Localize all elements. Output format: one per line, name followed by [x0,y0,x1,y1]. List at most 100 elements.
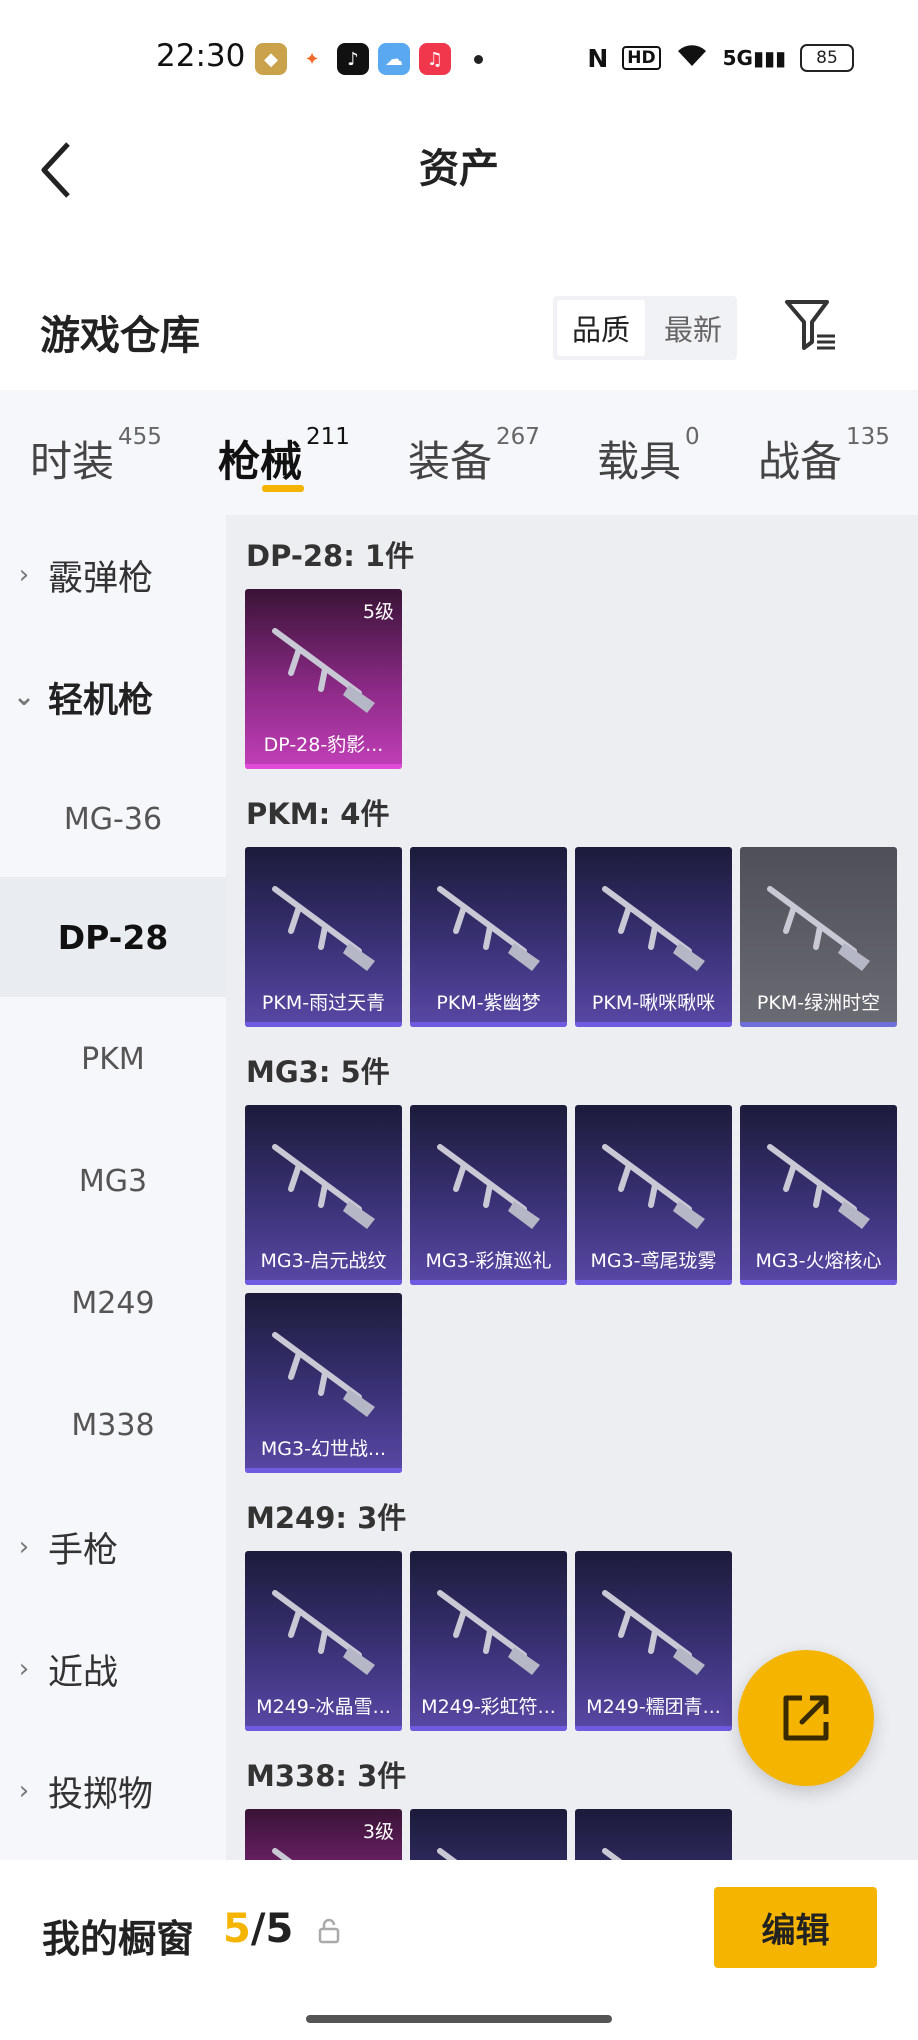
chevron-right-icon: › [18,1532,30,1562]
item-card[interactable] [410,1809,567,1860]
home-indicator[interactable] [306,2015,612,2023]
tab-label: 载具 [597,437,682,486]
item-card[interactable]: M249-糯团青... [575,1551,732,1731]
tab-count: 0 [685,424,700,450]
item-card[interactable]: M249-彩虹符... [410,1551,567,1731]
sidebar-sub-m249[interactable]: M249 [0,1243,226,1363]
item-card[interactable]: M249-冰晶雪... [245,1551,402,1731]
tab-label: 战备 [758,437,843,486]
item-card[interactable]: MG3-鸢尾珑雾 [575,1105,732,1285]
item-name: MG3-鸢尾珑雾 [590,1250,717,1272]
item-card[interactable]: MG3-启元战纹 [245,1105,402,1285]
rarity-bar [575,1280,732,1285]
sidebar-item-throwables[interactable]: › 投掷物 [0,1731,226,1851]
sidebar-item-melee[interactable]: › 近战 [0,1609,226,1729]
item-card[interactable]: MG3-火熔核心 [740,1105,897,1285]
item-level: 3级 [362,1821,394,1843]
machine-gun-icon [602,1848,623,1860]
share-fab-button[interactable] [738,1650,874,1786]
edit-button[interactable]: 编辑 [714,1887,877,1968]
tab-count: 211 [306,424,350,450]
sort-quality-button[interactable]: 品质 [557,300,645,356]
sidebar-item-shotgun[interactable]: › 霰弹枪 [0,515,226,635]
sort-newest-button[interactable]: 最新 [649,296,737,360]
item-card[interactable]: PKM-啾咪啾咪 [575,847,732,1027]
status-app-icons: ◆ ✦ ♪ ☁ ♫ [255,43,483,75]
filter-button[interactable] [783,296,839,356]
tab-equipment[interactable]: 装备 267 [408,424,540,489]
lock-icon [318,1918,340,1948]
tiktok-app-icon: ♪ [337,43,369,75]
chevron-right-icon: › [18,1654,30,1684]
group-title: M338: 3件 [246,1759,407,1793]
showcase-count-current: 5 [223,1906,251,1952]
item-name: M249-彩虹符... [421,1696,556,1718]
tab-supplies[interactable]: 战备 135 [758,424,890,489]
rarity-bar [410,1022,567,1027]
rarity-bar [740,1022,897,1027]
rarity-bar [245,764,402,769]
item-card[interactable]: PKM-紫幽梦 [410,847,567,1027]
tab-label: 时装 [30,437,115,486]
sidebar-item-label: 投掷物 [48,1774,154,1815]
item-card[interactable] [575,1809,732,1860]
item-card[interactable]: 3级 [245,1809,402,1860]
status-right: N HD 5G▮▮▮ 85 [587,42,854,74]
sidebar-sub-dp28[interactable]: DP-28 [0,877,226,997]
rarity-bar [245,1726,402,1731]
item-card[interactable]: PKM-雨过天青 [245,847,402,1027]
page-title: 资产 [419,146,499,192]
item-card[interactable]: MG3-彩旗巡礼 [410,1105,567,1285]
sidebar-sub-mg3[interactable]: MG3 [0,1121,226,1241]
chevron-right-icon: › [18,560,30,590]
item-name: MG3-火熔核心 [755,1250,882,1272]
item-card[interactable]: MG3-幻世战... [245,1293,402,1473]
machine-gun-icon [272,886,375,971]
rarity-bar [410,1726,567,1731]
machine-gun-icon [272,1590,375,1675]
battery-icon: 85 [800,44,854,72]
warehouse-title: 游戏仓库 [40,313,200,359]
tab-label: 枪械 [218,437,303,486]
machine-gun-icon [602,1144,705,1229]
item-name: PKM-啾咪啾咪 [591,992,716,1014]
item-name: PKM-紫幽梦 [436,992,541,1014]
tab-vehicles[interactable]: 载具 0 [597,424,700,489]
machine-gun-icon [272,628,375,713]
signal-icon: 5G▮▮▮ [722,46,786,70]
item-card[interactable]: PKM-绿洲时空 [740,847,897,1027]
item-card[interactable]: 5级 DP-28-豹影... [245,589,402,769]
tab-guns[interactable]: 枪械 211 [218,424,350,489]
machine-gun-icon [272,1332,375,1417]
sidebar-item-label: 手枪 [48,1530,119,1571]
rarity-bar [245,1280,402,1285]
hd-icon: HD [622,46,661,70]
sort-toggle: 品质 最新 [553,296,737,360]
showcase-count-separator: / [250,1906,266,1952]
sidebar-sub-mg36[interactable]: MG-36 [0,759,226,879]
sidebar-item-pistol[interactable]: › 手枪 [0,1487,226,1607]
game-app-icon: ◆ [255,43,287,75]
sidebar-item-lmg[interactable]: ⌄ 轻机枪 [0,637,226,757]
wifi-icon [675,42,709,74]
sidebar-sub-pkm[interactable]: PKM [0,999,226,1119]
chevron-right-icon: › [18,1776,30,1806]
item-name: PKM-雨过天青 [261,992,386,1014]
sidebar: › 霰弹枪 ⌄ 轻机枪 MG-36 DP-28 PKM MG3 M249 M338 … [0,515,226,1860]
tab-fashion[interactable]: 时装 455 [30,424,162,489]
machine-gun-icon [272,1144,375,1229]
item-name: MG3-幻世战... [260,1438,387,1460]
sidebar-sub-m338[interactable]: M338 [0,1365,226,1485]
item-name: M249-冰晶雪... [256,1696,391,1718]
showcase-count-total: 5 [265,1906,294,1952]
rarity-bar [575,1022,732,1027]
showcase-bar: 我的橱窗 5/5 编辑 [0,1860,918,2040]
item-name: M249-糯团青... [586,1696,721,1718]
group-title: MG3: 5件 [246,1055,390,1089]
showcase-count: 5/5 [223,1906,293,1952]
category-tabs: 时装 455 枪械 211 装备 267 载具 0 战备 135 [0,390,918,515]
item-name: DP-28-豹影... [263,734,384,756]
machine-gun-icon [767,1144,870,1229]
chevron-down-icon: ⌄ [13,682,35,712]
rarity-bar [245,1468,402,1473]
